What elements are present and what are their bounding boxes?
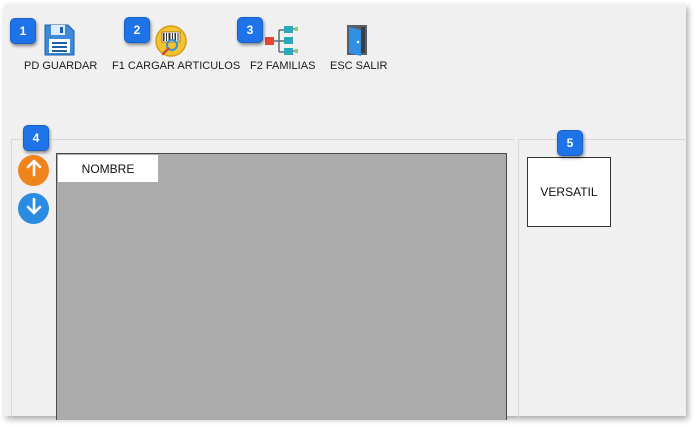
column-header-nombre[interactable]: NOMBRE [58,155,158,182]
exit-door-icon [339,22,375,58]
family-item[interactable]: VERSATIL [527,157,611,227]
move-down-button[interactable] [18,193,49,224]
move-up-button[interactable] [18,155,49,186]
callout-badge-5: 5 [557,130,583,156]
load-articles-label: F1 CARGAR ARTICULOS [112,60,241,72]
barcode-scanner-icon [153,23,189,59]
floppy-disk-icon [41,22,77,58]
callout-badge-4: 4 [23,125,49,151]
arrow-up-icon [25,159,43,182]
exit-label: ESC SALIR [330,60,388,72]
callout-badge-2: 2 [124,17,150,43]
callout-badge-3: 3 [237,17,263,43]
exit-button[interactable]: ESC SALIR [330,22,387,77]
save-label: PD GUARDAR [24,60,98,72]
articles-grid[interactable]: NOMBRE [56,153,507,420]
arrow-down-icon [25,197,43,220]
families-label: F2 FAMILIAS [250,60,316,72]
hierarchy-tree-icon [263,22,299,58]
callout-badge-1: 1 [10,18,36,44]
